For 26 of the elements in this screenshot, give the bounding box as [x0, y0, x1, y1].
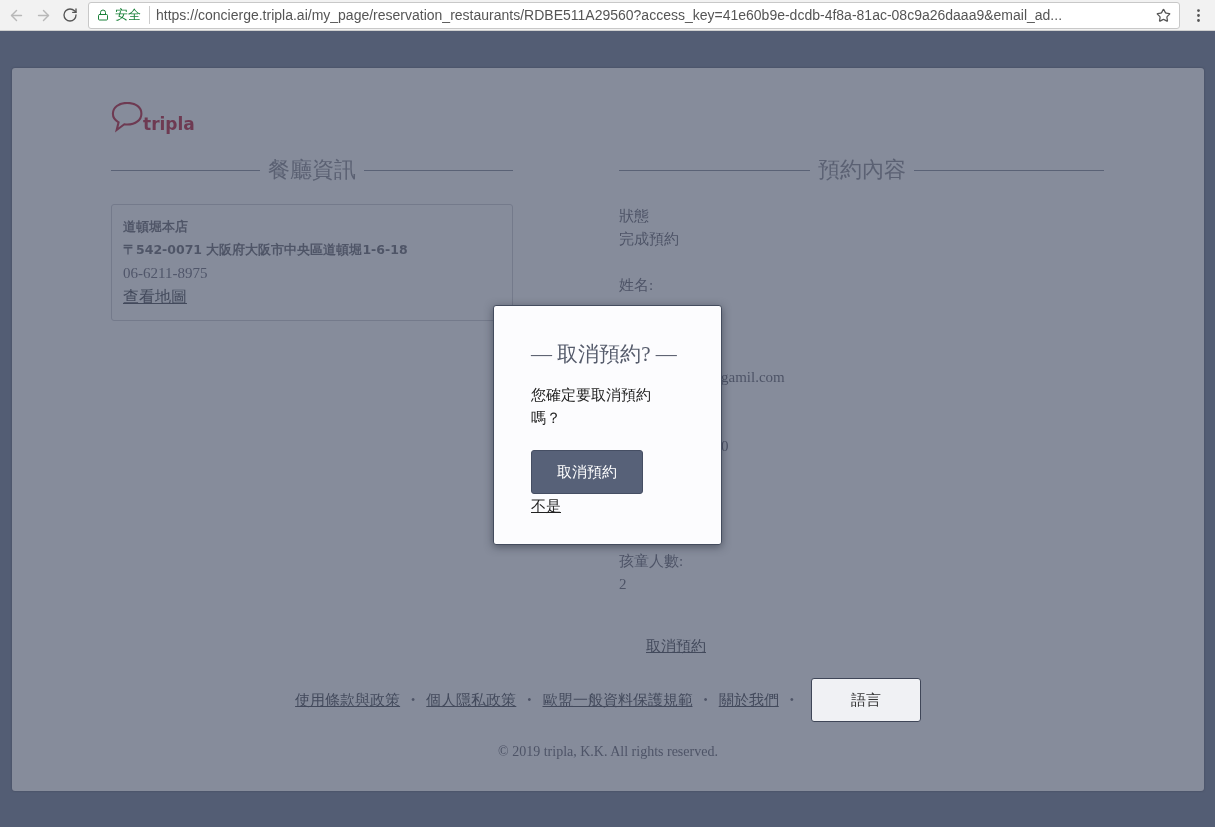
detail-text: gamil.com — [721, 369, 785, 385]
cancel-reservation-link[interactable]: 取消預約 — [646, 637, 706, 656]
dismiss-link[interactable]: 不是 — [531, 497, 561, 516]
footer-link[interactable]: 使用條款與政策 — [295, 690, 401, 710]
separator-dot: • — [703, 692, 708, 708]
reload-icon[interactable] — [62, 7, 78, 23]
confirm-cancel-button[interactable]: 取消預約 — [531, 450, 643, 494]
separator-dot: • — [411, 692, 416, 708]
separator-dot: • — [527, 692, 532, 708]
speech-bubble-icon — [111, 102, 145, 134]
detail-text: 姓名: — [619, 277, 654, 293]
dialog-title: — 取消預約? — — [531, 341, 678, 368]
lock-icon — [97, 9, 109, 21]
url-text: https://concierge.tripla.ai/my_page/reservation_restaurants/RDBE511A29560?access_key=41e60b9e-dcdb-4f8a-81ac-08c9a26daaa9&email_ad... — [156, 7, 1063, 23]
separator-dot: • — [789, 692, 794, 708]
detail-text: 狀態 — [619, 208, 649, 224]
logo-text: tripla — [143, 114, 195, 134]
detail-text: 2 — [619, 576, 627, 592]
security-label: 安全 — [115, 6, 150, 24]
dialog-message: 您確定要取消預約嗎？ — [531, 386, 652, 428]
language-button[interactable]: 語言 — [810, 678, 921, 722]
star-icon[interactable] — [1156, 7, 1171, 23]
address-bar[interactable]: 安全 https://concierge.tripla.ai/my_page/reservation_restaurants/RDBE511A29560?access_key=41e60b9e-dcdb-4f8a-81ac-08c9a26daaa9&email_ad... — [88, 1, 1180, 29]
footer-link[interactable]: 關於我們 — [718, 690, 779, 710]
map-link[interactable]: 查看地圖 — [123, 286, 187, 308]
footer-link[interactable]: 個人隱私政策 — [426, 690, 517, 710]
